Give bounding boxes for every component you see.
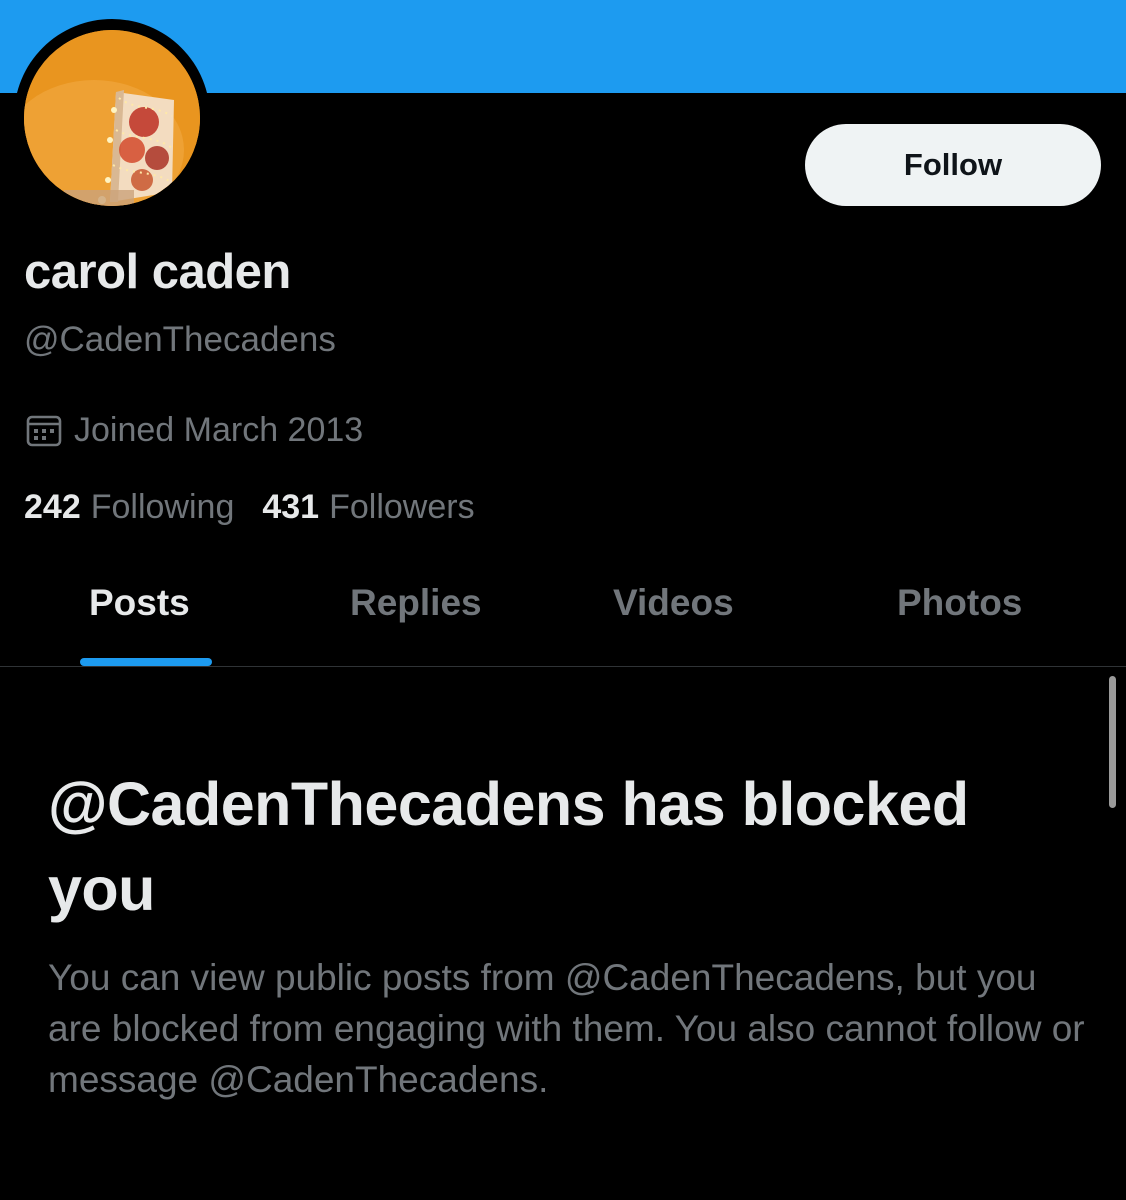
- scrollbar[interactable]: [1109, 676, 1116, 808]
- avatar[interactable]: [24, 30, 200, 206]
- profile-handle: @CadenThecadens: [24, 320, 336, 359]
- joined-text: Joined March 2013: [74, 410, 364, 449]
- active-tab-indicator: [80, 658, 212, 666]
- follow-button[interactable]: Follow: [805, 124, 1101, 206]
- followers-label[interactable]: Followers: [329, 488, 474, 527]
- tab-posts[interactable]: Posts: [89, 582, 190, 624]
- tab-replies[interactable]: Replies: [350, 582, 482, 624]
- avatar-image: [24, 30, 200, 206]
- following-label[interactable]: Following: [91, 488, 235, 527]
- joined-date: Joined March 2013: [24, 410, 363, 450]
- blocked-title: @CadenThecadens has blocked you: [48, 770, 969, 923]
- followers-count[interactable]: 431: [262, 488, 319, 527]
- following-count[interactable]: 242: [24, 488, 81, 527]
- tab-photos[interactable]: Photos: [897, 582, 1022, 624]
- profile-tabs: Posts Replies Videos Photos: [0, 560, 1126, 667]
- display-name: carol caden: [24, 245, 291, 299]
- tab-videos[interactable]: Videos: [613, 582, 734, 624]
- calendar-icon: [24, 410, 64, 450]
- follow-stats: 242 Following 431 Followers: [24, 488, 503, 527]
- blocked-message: You can view public posts from @CadenThe…: [48, 957, 1085, 1100]
